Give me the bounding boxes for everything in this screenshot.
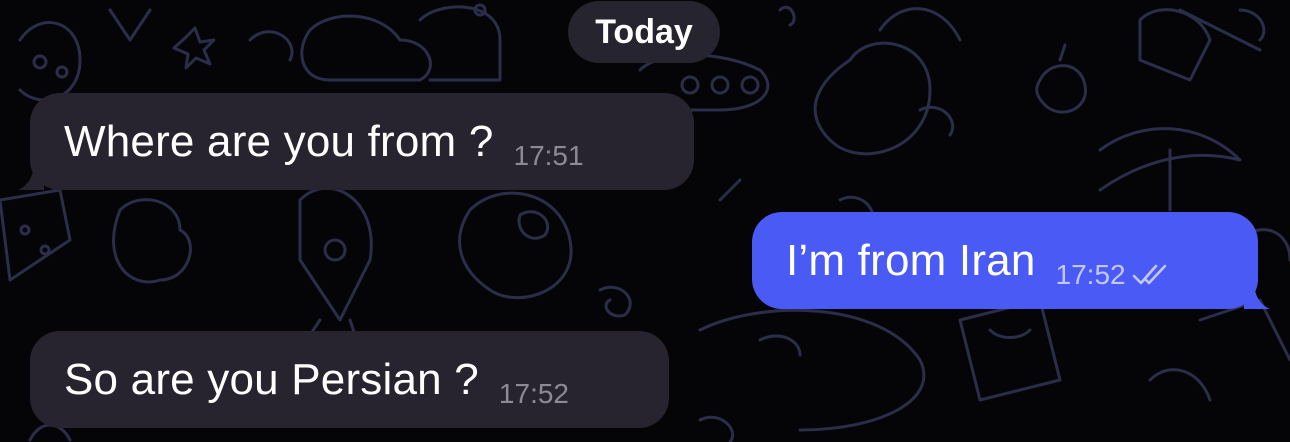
incoming-message-bubble[interactable]: So are you Persian ? 17:52: [30, 331, 669, 428]
message-meta: 17:51: [514, 140, 584, 172]
double-check-icon: [1132, 264, 1166, 284]
outgoing-message-bubble[interactable]: I’m from Iran 17:52: [752, 212, 1270, 309]
incoming-message-bubble[interactable]: Where are you from ? 17:51: [18, 93, 694, 190]
message-text: Where are you from ?: [64, 116, 494, 166]
message-time: 17:51: [513, 139, 584, 171]
date-separator: Today: [568, 1, 720, 63]
message-meta: 17:52: [1056, 259, 1168, 291]
message-meta: 17:52: [499, 378, 569, 410]
bubble-tail-icon: [18, 162, 44, 190]
message-text: I’m from Iran: [786, 235, 1036, 285]
bubble-tail-icon: [1244, 281, 1270, 309]
message-text: So are you Persian ?: [64, 354, 479, 404]
message-time: 17:52: [1055, 258, 1126, 290]
message-time: 17:52: [498, 377, 569, 409]
